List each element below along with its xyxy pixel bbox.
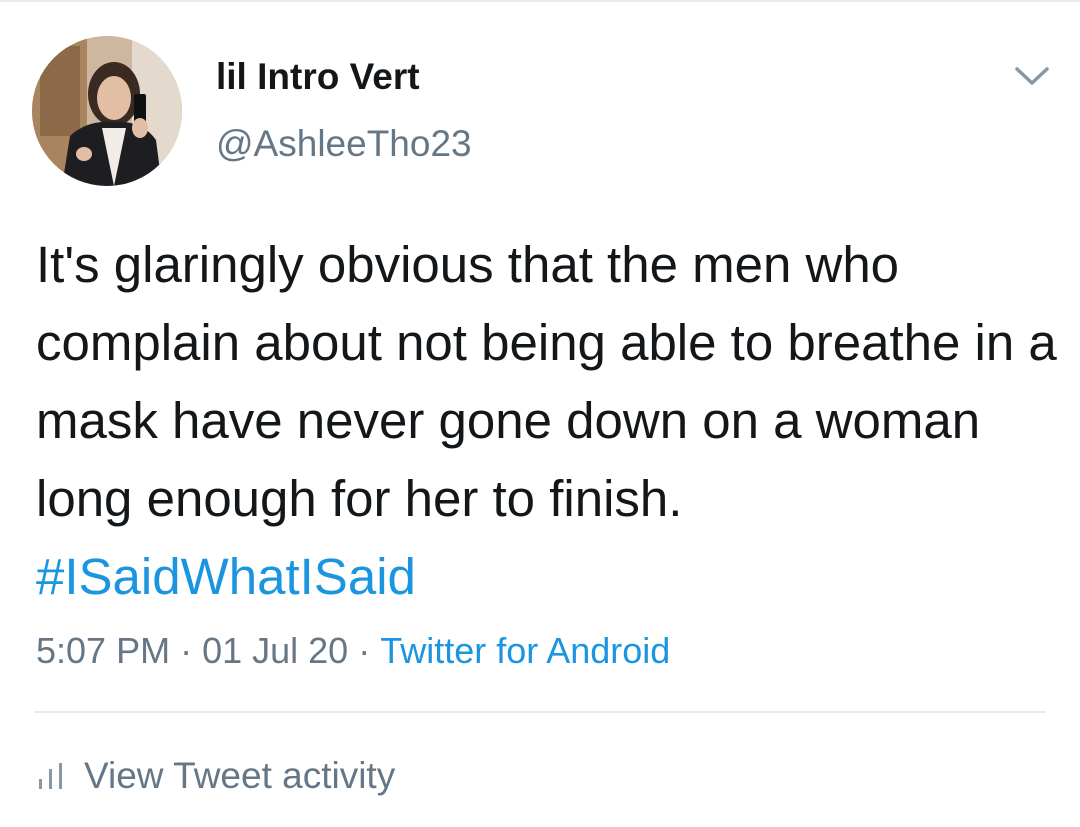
tweet-card: lil Intro Vert @AshleeTho23 It's glaring… <box>0 0 1080 827</box>
source-link[interactable]: Twitter for Android <box>380 630 670 671</box>
handle[interactable]: @AshleeTho23 <box>216 123 472 165</box>
hashtag-link[interactable]: #ISaidWhatISaid <box>36 548 416 605</box>
display-name[interactable]: lil Intro Vert <box>216 56 420 98</box>
tweet-date: 01 Jul 20 <box>202 630 349 671</box>
view-tweet-activity-button[interactable]: View Tweet activity <box>36 752 395 800</box>
tweet-text: It's glaringly obvious that the men who … <box>36 226 1066 616</box>
view-tweet-activity-label: View Tweet activity <box>84 755 396 796</box>
meta-separator: · <box>358 630 371 671</box>
avatar[interactable] <box>32 36 182 186</box>
tweet-time: 5:07 PM <box>36 630 171 671</box>
meta-separator: · <box>180 630 193 671</box>
bar-chart-icon <box>39 763 62 789</box>
top-divider <box>0 0 1080 2</box>
divider <box>34 711 1046 713</box>
chevron-down-icon[interactable] <box>1012 62 1052 90</box>
tweet-body: It's glaringly obvious that the men who … <box>36 236 1057 527</box>
tweet-meta: 5:07 PM · 01 Jul 20 · Twitter for Android <box>36 630 670 672</box>
profile-photo-icon <box>32 36 182 186</box>
